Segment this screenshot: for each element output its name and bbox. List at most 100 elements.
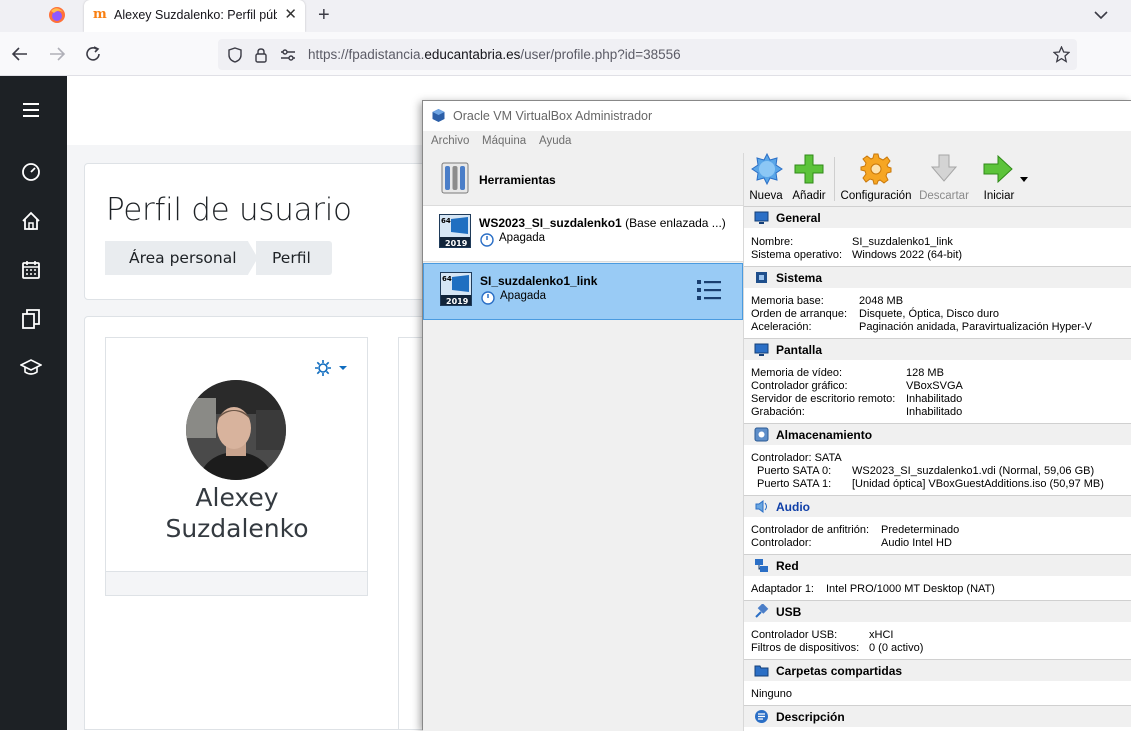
bookmark-star-icon[interactable] xyxy=(1053,46,1070,63)
kv-value: Disquete, Óptica, Disco duro xyxy=(859,308,1000,320)
breadcrumb-item-dashboard[interactable]: Área personal xyxy=(105,241,248,275)
monitor-icon xyxy=(754,211,769,224)
section-general-header[interactable]: General xyxy=(744,206,1131,228)
storage-icon xyxy=(754,427,769,442)
kv-label: Orden de arranque: xyxy=(751,308,848,320)
storage-controller: Controlador: SATA xyxy=(751,452,842,464)
kv-value: Inhabilitado xyxy=(906,406,963,418)
settings-button[interactable]: Configuración xyxy=(840,153,912,205)
kv-label: Servidor de escritorio remoto: xyxy=(751,393,896,405)
os-badge: 2019 xyxy=(445,239,468,248)
forward-icon[interactable] xyxy=(48,45,66,63)
close-tab-icon[interactable]: ✕ xyxy=(284,5,297,23)
tools-item[interactable]: Herramientas xyxy=(423,153,743,205)
menu-archivo[interactable]: Archivo xyxy=(431,135,469,147)
kv-label: Memoria de vídeo: xyxy=(751,367,843,379)
os-badge: 2019 xyxy=(446,297,469,306)
section-network-header[interactable]: Red xyxy=(744,554,1131,576)
folder-icon xyxy=(754,665,769,677)
usb-icon xyxy=(755,604,769,618)
vm-name: WS2023_SI_suzdalenko1 (Base enlazada ...… xyxy=(479,216,726,230)
kv-label: Controlador: xyxy=(751,537,812,549)
tab-active[interactable]: m Alexey Suzdalenko: Perfil público ✕ xyxy=(84,0,305,32)
discard-button[interactable]: Descartar xyxy=(916,153,972,205)
browser-nav-bar: https://fpadistancia.educantabria.es/use… xyxy=(0,32,1131,76)
discard-arrow-icon xyxy=(930,154,958,182)
permissions-icon[interactable] xyxy=(280,48,296,62)
kv-label: Grabación: xyxy=(751,406,805,418)
kv-value: [Unidad óptica] VBoxGuestAdditions.iso (… xyxy=(852,478,1104,490)
vm-details-menu-icon[interactable] xyxy=(696,278,722,302)
kv-label: Filtros de dispositivos: xyxy=(751,642,860,654)
menu-icon[interactable] xyxy=(20,99,42,121)
dashboard-icon[interactable] xyxy=(20,161,42,183)
section-storage-header[interactable]: Almacenamiento xyxy=(744,423,1131,445)
page-header-card xyxy=(84,163,430,300)
kv-value: SI_suzdalenko1_link xyxy=(852,236,953,248)
add-icon xyxy=(794,154,824,184)
back-icon[interactable] xyxy=(11,45,29,63)
chevron-down-icon[interactable] xyxy=(1093,7,1109,23)
breadcrumb-item-profile[interactable]: Perfil xyxy=(256,241,332,275)
files-icon[interactable] xyxy=(20,308,42,330)
kv-label: Puerto SATA 0: xyxy=(757,465,832,477)
vm-name: SI_suzdalenko1_link xyxy=(480,274,598,288)
description-icon xyxy=(755,710,768,723)
firefox-icon[interactable] xyxy=(48,6,66,24)
network-icon xyxy=(755,559,768,572)
home-icon[interactable] xyxy=(20,210,42,232)
courses-icon[interactable] xyxy=(20,357,42,379)
svg-text:64: 64 xyxy=(441,217,451,225)
gear-icon[interactable] xyxy=(314,359,348,377)
vbox-title-bar[interactable]: Oracle VM VirtualBox Administrador xyxy=(423,101,1131,131)
user-card-footer xyxy=(106,571,367,595)
section-usb-header[interactable]: USB xyxy=(744,600,1131,622)
vm-state: Apagada xyxy=(500,290,547,302)
svg-text:64: 64 xyxy=(442,275,452,283)
start-arrow-icon xyxy=(983,154,1013,184)
kv-value: Paginación anidada, Paravirtualización H… xyxy=(859,321,1092,333)
url-bar[interactable]: https://fpadistancia.educantabria.es/use… xyxy=(218,39,1077,70)
section-description-header[interactable]: Descripción xyxy=(744,705,1131,727)
section-display-header[interactable]: Pantalla xyxy=(744,338,1131,360)
chip-icon xyxy=(756,272,767,283)
kv-label: Controlador de anfitrión: xyxy=(751,524,870,536)
kv-label: Controlador gráfico: xyxy=(751,380,848,392)
vm-state: Apagada xyxy=(499,232,546,244)
vm-item[interactable]: 64 2019 WS2023_SI_suzdalenko1 (Base enla… xyxy=(423,205,743,262)
kv-label: Nombre: xyxy=(751,236,794,248)
windows-os-icon: 64 2019 xyxy=(440,272,472,306)
vbox-menu-bar: Archivo Máquina Ayuda xyxy=(423,131,1131,153)
avatar xyxy=(186,380,286,480)
add-vm-button[interactable]: Añadir xyxy=(788,153,830,205)
kv-value: Predeterminado xyxy=(881,524,960,536)
start-button[interactable]: Iniciar xyxy=(976,153,1022,205)
start-dropdown-icon[interactable] xyxy=(1020,177,1028,183)
speaker-icon xyxy=(755,500,767,513)
shared-folders-value: Ninguno xyxy=(751,688,792,700)
kv-label: Adaptador 1: xyxy=(751,583,814,595)
section-shared-folders-header[interactable]: Carpetas compartidas xyxy=(744,659,1131,681)
vm-details-pane: Nueva Añadir Configuración Descartar Ini… xyxy=(743,153,1131,731)
kv-value: VBoxSVGA xyxy=(906,380,963,392)
section-audio-header[interactable]: Audio xyxy=(744,495,1131,517)
kv-label: Puerto SATA 1: xyxy=(757,478,832,490)
vm-item-selected[interactable]: 64 2019 SI_suzdalenko1_link Apagada xyxy=(423,263,743,320)
new-vm-button[interactable]: Nueva xyxy=(746,153,786,205)
browser-tab-bar: m Alexey Suzdalenko: Perfil público ✕ + xyxy=(0,0,1131,32)
url-text: https://fpadistancia.educantabria.es/use… xyxy=(308,47,681,62)
menu-maquina[interactable]: Máquina xyxy=(482,135,526,147)
kv-value: Intel PRO/1000 MT Desktop (NAT) xyxy=(826,583,995,595)
section-system-header[interactable]: Sistema xyxy=(744,266,1131,288)
reload-icon[interactable] xyxy=(84,45,102,63)
shield-icon[interactable] xyxy=(227,47,243,63)
calendar-icon[interactable] xyxy=(20,259,42,281)
display-icon xyxy=(754,343,769,356)
lock-icon[interactable] xyxy=(254,47,268,63)
tab-title: Alexey Suzdalenko: Perfil público xyxy=(114,8,277,22)
menu-ayuda[interactable]: Ayuda xyxy=(539,135,571,147)
vm-list-pane: Herramientas 64 2019 WS2023_SI_suzdalenk… xyxy=(423,153,743,731)
power-off-icon xyxy=(481,291,495,305)
moodle-icon: m xyxy=(93,7,107,22)
new-tab-icon[interactable]: + xyxy=(318,5,330,25)
